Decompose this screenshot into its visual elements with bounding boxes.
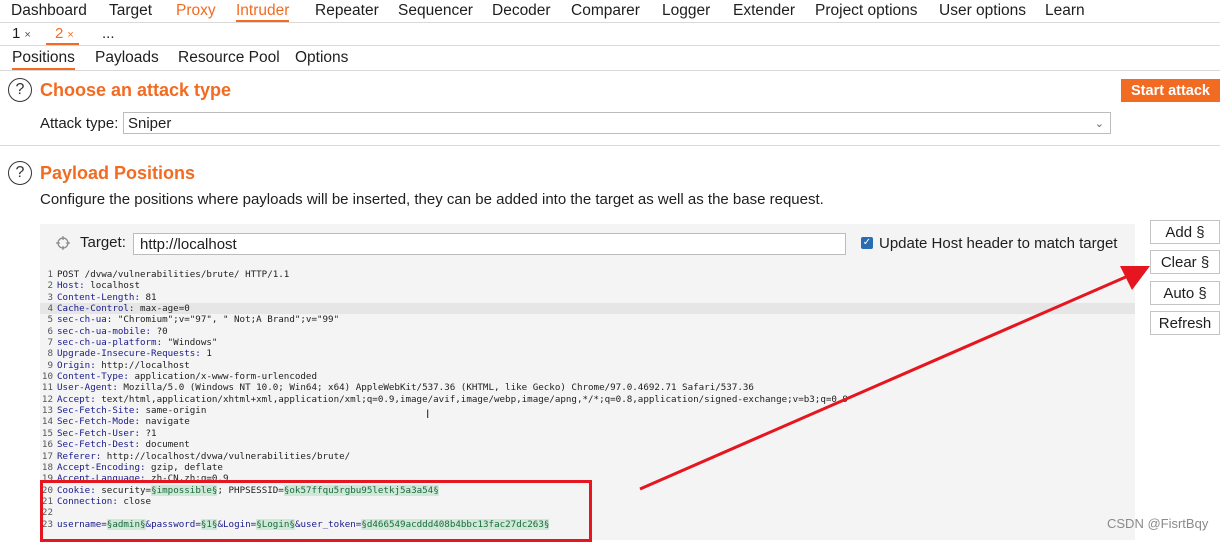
annotation-arrow xyxy=(639,266,1150,491)
watermark: CSDN @FisrtBqy xyxy=(1107,516,1209,531)
